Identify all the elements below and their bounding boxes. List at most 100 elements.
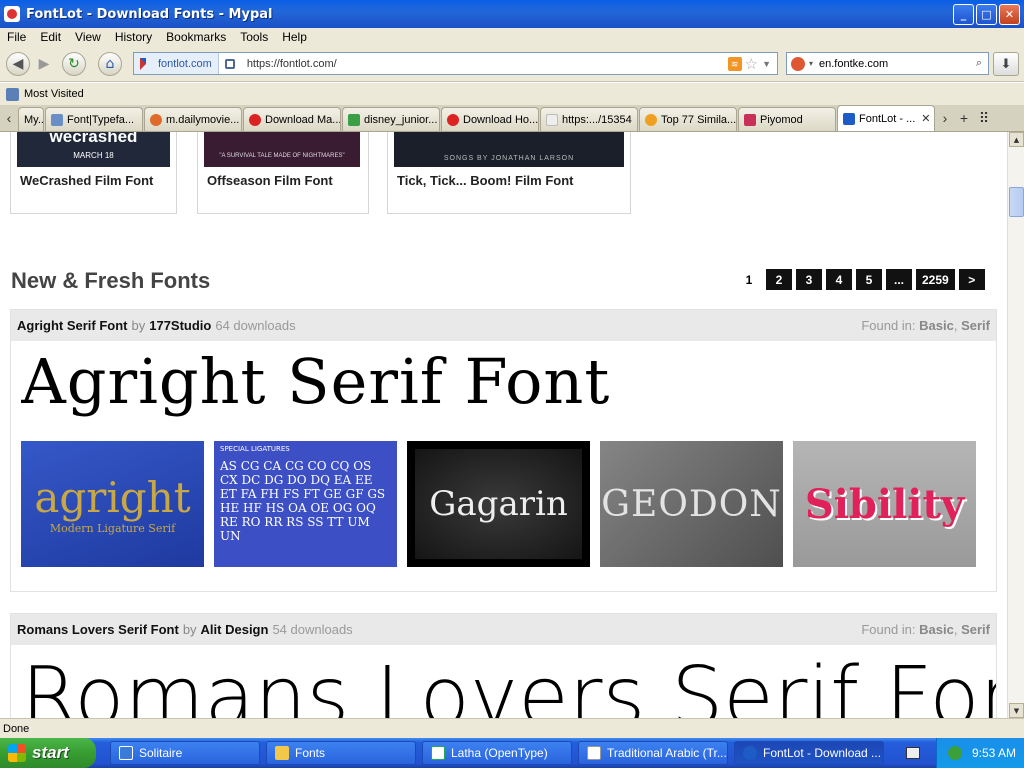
category-link-basic[interactable]: Basic [919,622,954,637]
page-link[interactable]: 4 [826,269,852,290]
tab-scroll-right-icon[interactable]: › [936,105,954,131]
site-identity-button[interactable]: fontlot.com [134,53,219,74]
site-identity-label: fontlot.com [158,57,212,70]
card-thumbnail-sub: MARCH 18 [73,151,114,160]
menu-bookmarks[interactable]: Bookmarks [159,30,233,44]
card-title[interactable]: Offseason Film Font [207,173,333,188]
tab[interactable]: Font|Typefa... [45,107,143,131]
taskbar-item[interactable]: Traditional Arabic (Tr... [578,741,728,765]
thumbnail-text: GEODON [601,483,782,525]
font-preview[interactable]: Romans Lovers Serif Font [21,648,996,718]
tab[interactable]: Piyomod [738,107,836,131]
language-bar-icon[interactable] [906,747,920,759]
scroll-thumb[interactable] [1009,187,1024,217]
card-title[interactable]: Tick, Tick... Boom! Film Font [397,173,573,188]
category-link-basic[interactable]: Basic [919,318,954,333]
url-input[interactable]: https://fontlot.com/ [241,58,728,70]
close-button[interactable]: ✕ [999,3,1020,25]
tab[interactable]: Top 77 Simila... [639,107,737,131]
category-link-serif[interactable]: Serif [961,318,990,333]
tab-active[interactable]: FontLot - ... ✕ [837,105,935,131]
bookmark-most-visited[interactable]: Most Visited [24,88,84,100]
page-link-last[interactable]: 2259 [916,269,955,290]
taskbar-item-active[interactable]: FontLot - Download ... [734,741,884,765]
category-link-serif[interactable]: Serif [961,622,990,637]
font-thumbnail[interactable]: Sibility [793,441,976,567]
film-font-card[interactable]: SONGS BY JONATHAN LARSON Tick, Tick... B… [387,132,631,214]
new-tab-icon[interactable]: + [954,105,974,131]
url-dropdown-icon[interactable]: ▼ [762,59,771,69]
menu-tools[interactable]: Tools [233,30,275,44]
page-link[interactable]: 5 [856,269,882,290]
card-thumbnail-sub: SONGS BY JONATHAN LARSON [443,155,575,162]
address-bar[interactable]: fontlot.com https://fontlot.com/ ≋ ☆ ▼ [133,52,778,75]
card-thumbnail[interactable]: SONGS BY JONATHAN LARSON [394,132,624,167]
author-link[interactable]: Alit Design [201,622,269,637]
maximize-button[interactable]: □ [976,3,997,25]
page-scrollbar[interactable]: ▲ ▼ [1007,132,1024,718]
tray-network-icon[interactable] [947,746,962,760]
rss-feed-icon[interactable]: ≋ [727,56,742,71]
page-link[interactable]: 3 [796,269,822,290]
most-visited-folder-icon [6,87,19,101]
start-label: start [32,743,69,762]
menu-file[interactable]: File [0,30,33,44]
font-thumbnail[interactable]: GEODON [600,441,783,567]
system-tray: 9:53 AM [936,738,1024,768]
tab-close-icon[interactable]: ✕ [921,112,930,125]
taskbar-item-label: Traditional Arabic (Tr... [607,746,727,760]
search-bar[interactable]: ▾ en.fontke.com ⌕ [786,52,989,75]
menu-edit[interactable]: Edit [33,30,68,44]
font-preview[interactable]: Agright Serif Font [21,342,610,422]
bookmark-star-icon[interactable]: ☆ [745,55,758,73]
all-tabs-icon[interactable]: ⠿ [974,105,994,131]
search-magnifier-icon[interactable]: ⌕ [976,57,982,70]
film-font-card[interactable]: wecrashed MARCH 18 WeCrashed Film Font [10,132,177,214]
downloads-button[interactable]: ⬇ [993,52,1019,76]
taskbar-item[interactable]: Solitaire [110,741,260,765]
tab[interactable]: My... [18,107,44,131]
font-thumbnail[interactable]: SPECIAL LIGATURES AS CG CA CG CO CQ OS C… [214,441,397,567]
card-thumbnail[interactable]: "A SURVIVAL TALE MADE OF NIGHTMARES" [204,132,360,167]
card-thumbnail[interactable]: wecrashed MARCH 18 [17,132,170,167]
minimize-button[interactable]: _ [953,3,974,25]
scroll-up-icon[interactable]: ▲ [1009,132,1024,147]
menu-help[interactable]: Help [275,30,314,44]
menu-history[interactable]: History [108,30,159,44]
font-name-link[interactable]: Agright Serif Font [17,318,128,333]
forward-button[interactable]: ▶ [32,52,56,76]
tab[interactable]: m.dailymovie... [144,107,242,131]
tab[interactable]: Download Ho... [441,107,539,131]
tab[interactable]: Download Ma... [243,107,341,131]
menu-view[interactable]: View [68,30,108,44]
back-button[interactable]: ◀ [6,52,30,76]
thumbnail-text: AS CG CA CG CO CQ OS CX DC DG DO DQ EA E… [220,459,386,543]
tab-label: Download Ma... [265,113,341,126]
tab-scroll-left-icon[interactable]: ‹ [0,105,18,131]
tab-favicon-icon [51,113,63,126]
author-link[interactable]: 177Studio [149,318,211,333]
taskbar-item[interactable]: Latha (OpenType) [422,741,572,765]
page-link[interactable]: 2 [766,269,792,290]
home-button[interactable]: ⌂ [98,52,122,76]
search-engine-icon[interactable] [791,56,805,71]
card-title[interactable]: WeCrashed Film Font [20,173,153,188]
start-button[interactable]: start [0,738,96,768]
tab[interactable]: https:.../15354 [540,107,638,131]
font-name-link[interactable]: Romans Lovers Serif Font [17,622,179,637]
font-thumbnail[interactable]: Gagarin [407,441,590,567]
font-thumbnail[interactable]: agright Modern Ligature Serif [21,441,204,567]
search-input[interactable]: en.fontke.com [813,58,976,70]
section-title: New & Fresh Fonts [11,268,211,293]
taskbar-item[interactable]: Fonts [266,741,416,765]
tab-favicon-icon [447,113,459,126]
page-ellipsis[interactable]: ... [886,269,912,290]
scroll-down-icon[interactable]: ▼ [1009,703,1024,718]
page-next-button[interactable]: > [958,269,985,290]
window-titlebar[interactable]: FontLot - Download Fonts - Mypal _ □ ✕ [0,0,1024,28]
tab[interactable]: disney_junior... [342,107,440,131]
film-font-card[interactable]: "A SURVIVAL TALE MADE OF NIGHTMARES" Off… [197,132,369,214]
font-entry: Agright Serif Font by 177Studio 64 downl… [10,309,997,592]
reload-button[interactable]: ↻ [62,52,86,76]
clock[interactable]: 9:53 AM [972,746,1016,760]
